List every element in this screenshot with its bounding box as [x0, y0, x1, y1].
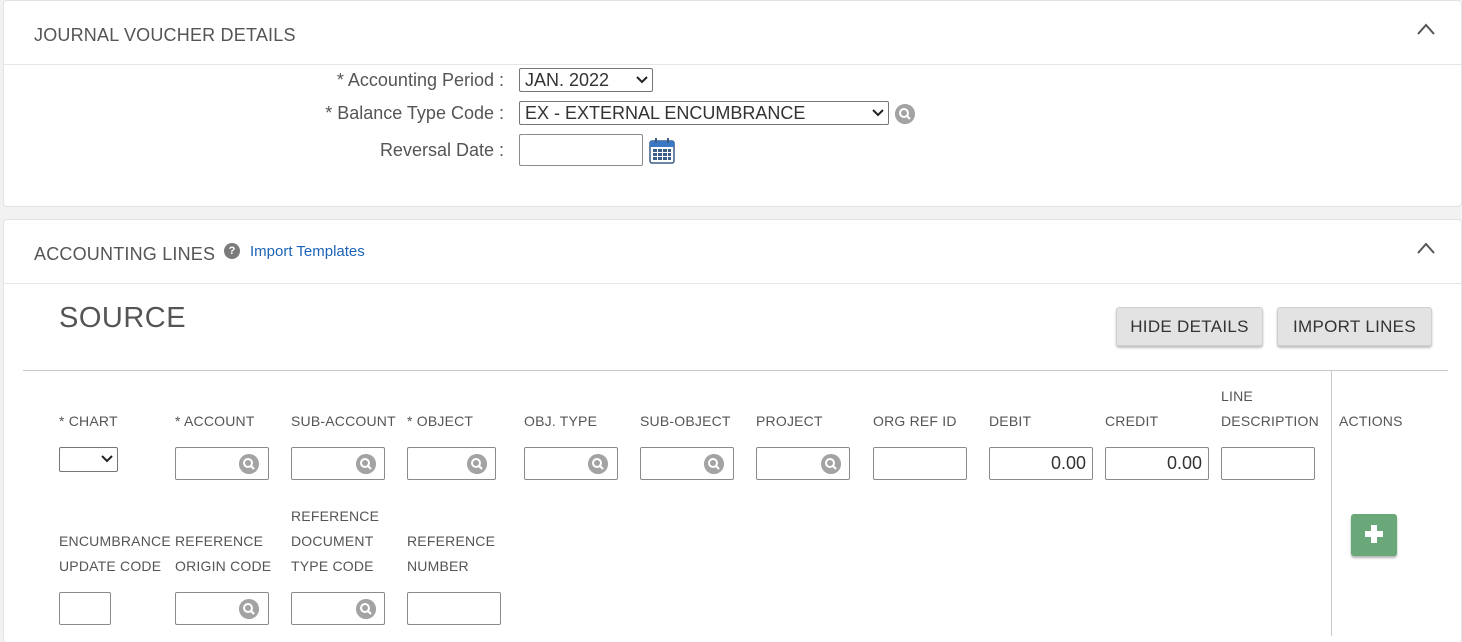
search-icon[interactable]	[821, 454, 841, 474]
accounting-lines-header[interactable]: ACCOUNTING LINES ? Import Templates	[4, 220, 1461, 284]
label-line: TYPE CODE	[291, 558, 374, 574]
plus-icon	[1365, 525, 1383, 543]
calendar-icon[interactable]	[649, 138, 675, 164]
reference-number-label: REFERENCE NUMBER	[407, 529, 495, 579]
chevron-up-icon[interactable]	[1415, 21, 1437, 37]
accounting-period-label: * Accounting Period :	[336, 70, 504, 90]
search-icon[interactable]	[356, 454, 376, 474]
caret-down-icon	[872, 109, 884, 117]
balance-type-label: * Balance Type Code :	[325, 103, 504, 123]
hide-details-button[interactable]: HIDE DETAILS	[1116, 307, 1263, 346]
search-icon[interactable]	[239, 454, 259, 474]
search-icon[interactable]	[356, 599, 376, 619]
caret-down-icon	[636, 76, 648, 84]
actions-column-label: ACTIONS	[1339, 413, 1403, 429]
reversal-date-label: Reversal Date :	[379, 140, 504, 160]
chevron-up-icon[interactable]	[1415, 240, 1437, 256]
project-column-label: PROJECT	[756, 413, 823, 429]
chart-column-label: * CHART	[59, 413, 118, 429]
credit-column-label: CREDIT	[1105, 413, 1159, 429]
org-ref-id-column-label: ORG REF ID	[873, 413, 957, 429]
search-icon[interactable]	[895, 104, 915, 124]
reversal-date-input[interactable]	[519, 134, 643, 166]
journal-voucher-panel: JOURNAL VOUCHER DETAILS * Accounting Per…	[3, 0, 1462, 207]
debit-input[interactable]: 0.00	[989, 447, 1093, 480]
divider	[1331, 371, 1332, 636]
line-description-column-label: LINE DESCRIPTION	[1221, 384, 1319, 434]
journal-voucher-header[interactable]: JOURNAL VOUCHER DETAILS	[4, 1, 1461, 65]
label-line: ENCUMBRANCE	[59, 533, 171, 549]
label-line: DESCRIPTION	[1221, 413, 1319, 429]
divider	[23, 370, 1448, 371]
balance-type-select[interactable]: EX - EXTERNAL ENCUMBRANCE	[519, 101, 889, 125]
search-icon[interactable]	[467, 454, 487, 474]
accounting-lines-panel: ACCOUNTING LINES ? Import Templates SOUR…	[3, 219, 1462, 642]
panel-title: ACCOUNTING LINES	[34, 244, 216, 264]
caret-down-icon	[101, 455, 113, 463]
label-line: UPDATE CODE	[59, 558, 162, 574]
accounting-period-select[interactable]: JAN. 2022	[519, 68, 653, 92]
chart-select[interactable]	[59, 447, 118, 472]
line-description-input[interactable]	[1221, 447, 1315, 480]
balance-type-value: EX - EXTERNAL ENCUMBRANCE	[525, 103, 806, 123]
org-ref-id-input[interactable]	[873, 447, 967, 480]
encumbrance-update-code-label: ENCUMBRANCE UPDATE CODE	[59, 529, 171, 579]
label-line: DOCUMENT	[291, 533, 374, 549]
accounting-period-value: JAN. 2022	[525, 70, 610, 90]
object-column-label: * OBJECT	[407, 413, 474, 429]
credit-input[interactable]: 0.00	[1105, 447, 1209, 480]
debit-column-label: DEBIT	[989, 413, 1032, 429]
add-line-button[interactable]	[1351, 514, 1397, 556]
search-icon[interactable]	[704, 454, 724, 474]
label-line: REFERENCE	[291, 508, 380, 524]
sub-account-column-label: SUB-ACCOUNT	[291, 413, 396, 429]
help-icon[interactable]: ?	[224, 243, 240, 259]
search-icon[interactable]	[239, 599, 259, 619]
label-line: REFERENCE	[407, 533, 496, 549]
label-line: REFERENCE	[175, 533, 264, 549]
label-line: ORIGIN CODE	[175, 558, 272, 574]
reference-origin-code-label: REFERENCE ORIGIN CODE	[175, 529, 271, 579]
obj-type-column-label: OBJ. TYPE	[524, 413, 598, 429]
panel-title: JOURNAL VOUCHER DETAILS	[34, 25, 296, 45]
label-line: LINE	[1221, 388, 1253, 404]
label-line: NUMBER	[407, 558, 469, 574]
encumbrance-update-code-input[interactable]	[59, 592, 111, 625]
reference-number-input[interactable]	[407, 592, 501, 625]
search-icon[interactable]	[588, 454, 608, 474]
sub-object-column-label: SUB-OBJECT	[640, 413, 731, 429]
source-section-title: SOURCE	[59, 302, 187, 334]
reference-document-type-code-label: REFERENCE DOCUMENT TYPE CODE	[291, 504, 379, 579]
import-templates-link[interactable]: Import Templates	[250, 243, 365, 260]
account-column-label: * ACCOUNT	[175, 413, 255, 429]
import-lines-button[interactable]: IMPORT LINES	[1277, 307, 1432, 346]
